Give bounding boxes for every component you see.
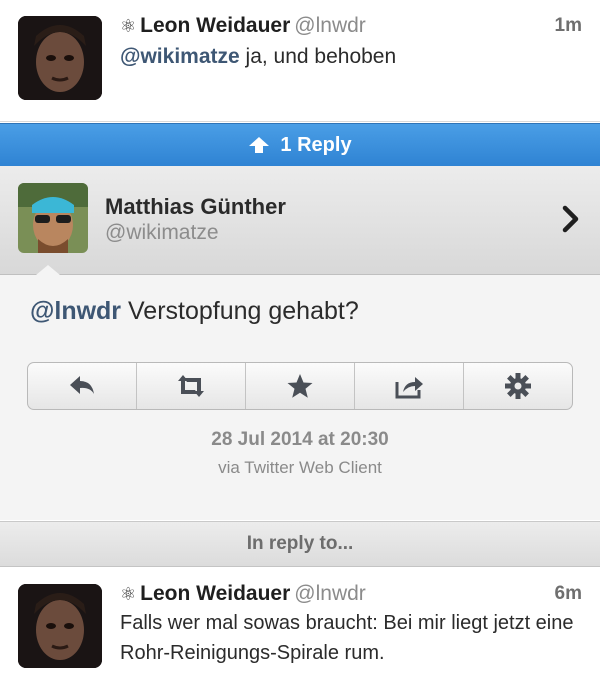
reply-button[interactable] — [28, 363, 137, 409]
tweet-time: 1m — [554, 15, 582, 36]
parent-tweet-text: Falls wer mal sowas braucht: Bei mir lie… — [120, 612, 574, 664]
avatar-matthias[interactable] — [18, 183, 88, 253]
atom-icon: ⚛ — [120, 584, 137, 604]
tweet-timestamp: 28 Jul 2014 at 20:30 — [211, 429, 389, 450]
tweet-header: ⚛ Leon Weidauer @lnwdr 1m — [120, 13, 582, 39]
user-handle: @wikimatze — [105, 221, 219, 244]
tweet-top[interactable]: ⚛ Leon Weidauer @lnwdr 1m @wikimatze ja, u… — [0, 0, 600, 122]
detail-body: Verstopfung gehabt? — [121, 297, 359, 325]
parent-tweet-time: 6m — [554, 583, 582, 604]
avatar-leon[interactable] — [18, 16, 102, 100]
retweet-button[interactable] — [137, 363, 246, 409]
parent-author-name[interactable]: Leon Weidauer — [140, 582, 290, 605]
up-arrow-icon — [249, 137, 270, 153]
parent-tweet-header: ⚛ Leon Weidauer @lnwdr 6m — [120, 581, 582, 607]
replies-bar[interactable]: 1 Reply — [0, 123, 600, 167]
reply-icon — [70, 376, 94, 394]
detail-text: @lnwdr Verstopfung gehabt? — [30, 297, 359, 326]
action-bar — [27, 362, 573, 410]
author-name[interactable]: Leon Weidauer — [140, 14, 290, 37]
retweet-icon — [178, 375, 204, 397]
detail-mention-link[interactable]: @lnwdr — [30, 297, 121, 325]
replies-label: 1 Reply — [280, 133, 352, 156]
tweet-text: @wikimatze ja, und behoben — [120, 42, 580, 72]
share-button[interactable] — [355, 363, 464, 409]
mention-link[interactable]: @wikimatze — [120, 45, 240, 68]
pointer-notch — [36, 265, 60, 275]
user-profile-bar[interactable]: Matthias Günther @wikimatze — [0, 166, 600, 275]
gear-icon — [505, 373, 531, 399]
tweet-source: via Twitter Web Client — [218, 458, 382, 477]
avatar-leon-parent[interactable] — [18, 584, 102, 668]
favorite-button[interactable] — [246, 363, 355, 409]
chevron-right-icon[interactable] — [560, 204, 582, 234]
parent-author-handle: @lnwdr — [294, 582, 366, 605]
in-reply-to-header: In reply to... — [0, 521, 600, 567]
user-name: Matthias Günther — [105, 194, 286, 219]
share-icon — [395, 377, 423, 399]
tweet-detail: @lnwdr Verstopfung gehabt? 28 Jul 2014 a… — [0, 275, 600, 520]
star-icon — [287, 374, 313, 398]
tweet-parent[interactable]: ⚛ Leon Weidauer @lnwdr 6m Falls wer mal so… — [0, 568, 600, 691]
more-button[interactable] — [464, 363, 572, 409]
atom-icon: ⚛ — [120, 16, 137, 36]
author-handle: @lnwdr — [294, 14, 366, 37]
tweet-body: ja, und behoben — [239, 45, 397, 68]
